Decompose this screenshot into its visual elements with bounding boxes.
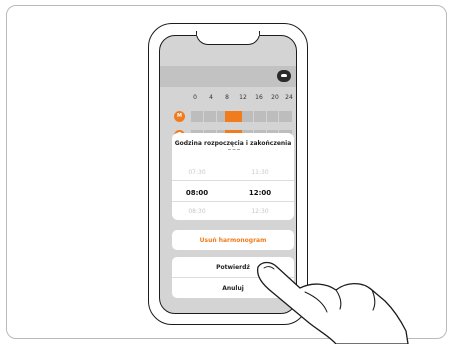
tapping-hand-icon	[256, 261, 409, 344]
